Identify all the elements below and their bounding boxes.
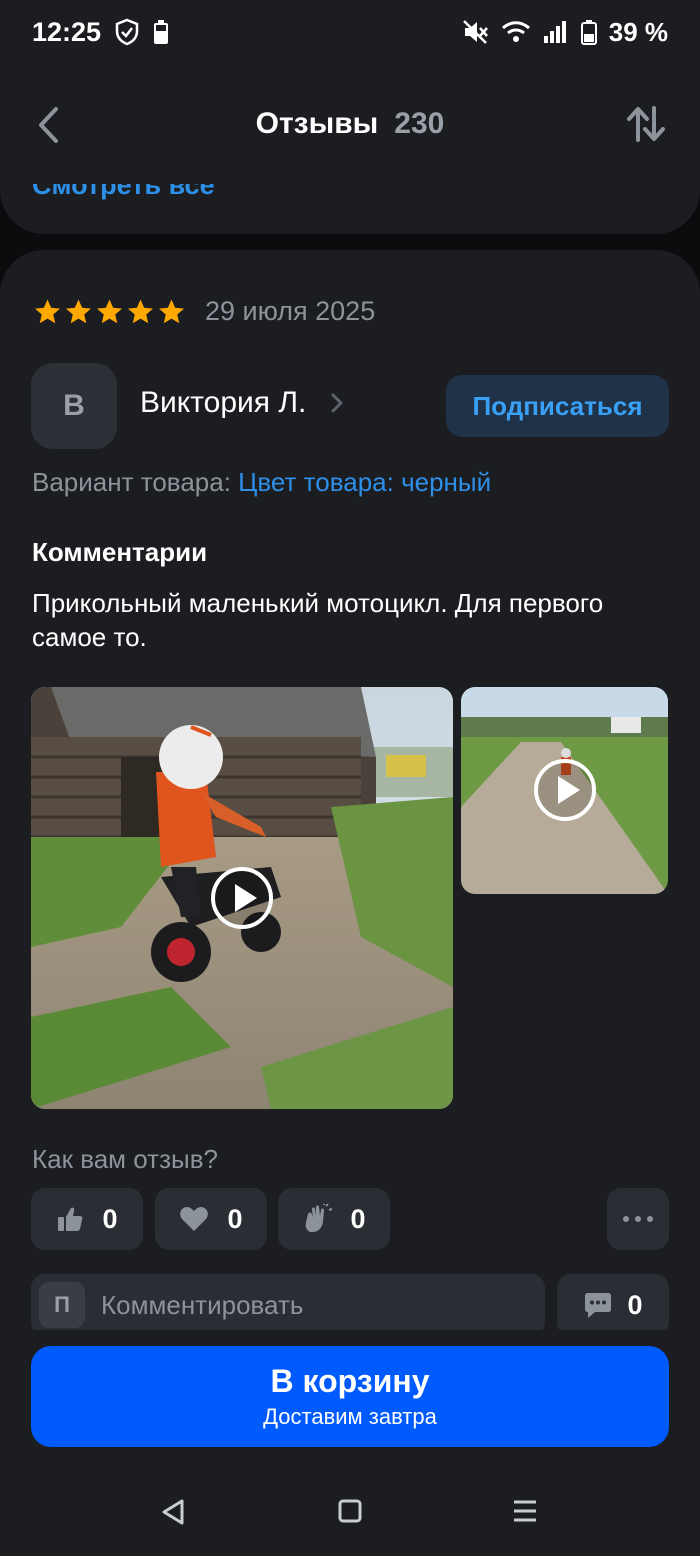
product-variant: Вариант товара: Цвет товара: черный: [32, 467, 491, 498]
nav-back-icon[interactable]: [160, 1498, 186, 1526]
thumbs-up-icon: [58, 1207, 83, 1231]
review-card: 29 июля 2025 В Виктория Л. Подписаться В…: [0, 250, 700, 1350]
review-video-secondary[interactable]: [461, 687, 668, 894]
bottom-panel: В корзину Доставим завтра: [0, 1330, 700, 1556]
heart-icon: [180, 1207, 209, 1231]
mute-icon: [462, 20, 488, 44]
play-icon[interactable]: [210, 866, 274, 930]
author-name: Виктория Л.: [140, 386, 307, 419]
nav-recents-icon[interactable]: [512, 1498, 538, 1524]
back-arrow-icon[interactable]: [36, 106, 60, 144]
cart-label: В корзину: [270, 1363, 430, 1399]
nav-home-icon[interactable]: [338, 1498, 362, 1524]
system-nav-bar: [0, 1466, 700, 1556]
comments-button[interactable]: 0: [557, 1274, 669, 1336]
star-icon: [66, 299, 91, 323]
like-count: 0: [102, 1203, 118, 1234]
comment-count: 0: [627, 1289, 643, 1320]
status-bar: 12:25 39 %: [0, 0, 700, 64]
author-link[interactable]: Виктория Л.: [140, 386, 344, 420]
comment-bubble-icon: [585, 1293, 612, 1318]
review-date: 29 июля 2025: [205, 296, 376, 326]
variant-value[interactable]: Цвет товара: черный: [238, 467, 491, 497]
delivery-label: Доставим завтра: [263, 1404, 437, 1429]
love-count: 0: [227, 1203, 243, 1234]
battery-icon: [580, 20, 597, 45]
clap-button[interactable]: 0: [278, 1188, 390, 1250]
author-avatar[interactable]: В: [31, 363, 117, 449]
comments-heading: Комментарии: [32, 537, 208, 567]
more-dots-icon: [623, 1216, 653, 1222]
variant-label: Вариант товара:: [32, 467, 231, 497]
shield-icon: [115, 18, 139, 46]
play-icon[interactable]: [533, 758, 597, 822]
star-icon: [159, 299, 184, 323]
signal-icon: [543, 21, 566, 43]
status-time: 12:25: [32, 16, 102, 47]
comment-input[interactable]: П Комментировать: [31, 1274, 545, 1336]
clap-count: 0: [350, 1203, 366, 1234]
star-icon: [35, 299, 60, 323]
love-button[interactable]: 0: [155, 1188, 267, 1250]
header: Отзывы 230: [0, 64, 700, 184]
like-button[interactable]: 0: [31, 1188, 143, 1250]
star-icon: [97, 299, 122, 323]
feedback-question: Как вам отзыв?: [32, 1144, 218, 1174]
review-video-main[interactable]: [31, 687, 453, 1109]
subscribe-button[interactable]: Подписаться: [446, 375, 669, 437]
battery-level: 39 %: [608, 16, 668, 47]
more-options-button[interactable]: [607, 1188, 669, 1250]
sort-icon[interactable]: [626, 104, 666, 144]
rating-row: 29 июля 2025: [32, 296, 375, 327]
wifi-icon: [501, 21, 530, 42]
add-to-cart-button[interactable]: В корзину Доставим завтра: [31, 1346, 669, 1447]
page-title: Отзывы: [255, 107, 379, 140]
reviews-count: 230: [394, 107, 445, 140]
clap-icon: [306, 1204, 333, 1233]
user-avatar: П: [39, 1282, 85, 1328]
star-icon: [128, 299, 153, 323]
comment-placeholder: Комментировать: [101, 1289, 304, 1320]
review-text: Прикольный маленький мотоцикл. Для перво…: [32, 588, 604, 652]
chevron-right-icon: [331, 393, 343, 413]
top-card: Смотреть все Отзывы 230: [0, 64, 700, 234]
battery-small-icon: [154, 20, 169, 44]
